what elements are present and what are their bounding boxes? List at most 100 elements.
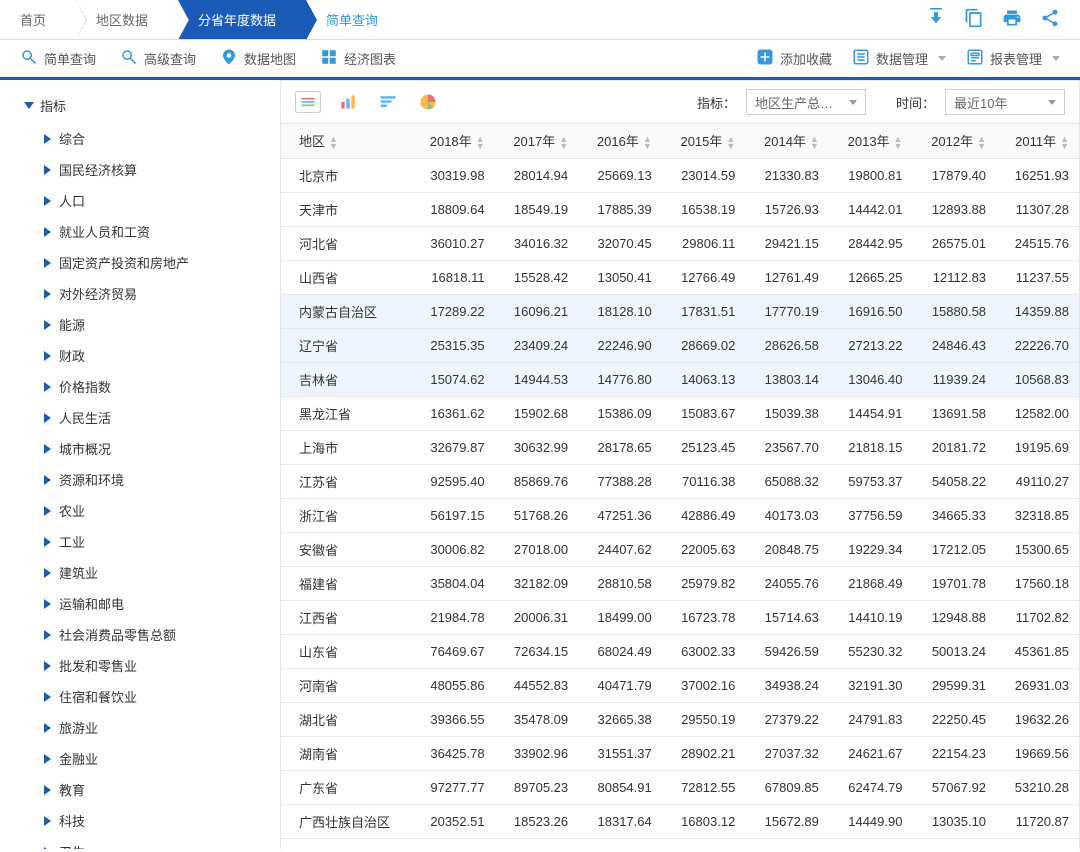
chevron-right-icon (44, 134, 51, 144)
sidebar-item[interactable]: 城市概况 (44, 433, 270, 464)
data-manage-dropdown[interactable]: 数据管理 (852, 48, 946, 69)
sidebar-item[interactable]: 科技 (44, 805, 270, 836)
value-cell: 14454.91 (829, 396, 913, 430)
data-map-button[interactable]: 数据地图 (220, 48, 296, 69)
sidebar-item-label: 批发和零售业 (59, 656, 137, 675)
table-row[interactable]: 山东省76469.6772634.1568024.4963002.3359426… (281, 634, 1079, 668)
download-icon[interactable] (926, 8, 946, 31)
breadcrumb-simple-query[interactable]: 简单查询 (306, 0, 408, 39)
sidebar-item[interactable]: 固定资产投资和房地产 (44, 247, 270, 278)
table-row[interactable]: 北京市30319.9828014.9425669.1323014.5921330… (281, 158, 1079, 192)
copy-icon[interactable] (964, 8, 984, 31)
table-row[interactable]: 江苏省92595.4085869.7677388.2870116.3865088… (281, 464, 1079, 498)
sidebar-item[interactable]: 人口 (44, 185, 270, 216)
share-icon[interactable] (1040, 8, 1060, 31)
table-row[interactable]: 吉林省15074.6214944.5314776.8014063.1313803… (281, 362, 1079, 396)
sidebar-item[interactable]: 国民经济核算 (44, 154, 270, 185)
sort-icon: ▲▼ (894, 136, 903, 150)
column-header[interactable]: 2015年▲▼ (662, 124, 746, 158)
sidebar-item[interactable]: 社会消费品零售总额 (44, 619, 270, 650)
table-row[interactable]: 天津市18809.6418549.1917885.3916538.1915726… (281, 192, 1079, 226)
column-header[interactable]: 2011年▲▼ (996, 124, 1079, 158)
chevron-right-icon (44, 847, 51, 850)
value-cell: 35804.04 (411, 566, 495, 600)
table-row[interactable]: 上海市32679.8730632.9928178.6525123.4523567… (281, 430, 1079, 464)
indicator-select[interactable]: 地区生产总… (746, 89, 866, 115)
sort-icon: ▲▼ (726, 136, 735, 150)
sidebar-item[interactable]: 资源和环境 (44, 464, 270, 495)
table-row[interactable]: 河北省36010.2734016.3232070.4529806.1129421… (281, 226, 1079, 260)
sidebar-item[interactable]: 卫生 (44, 836, 270, 849)
column-header[interactable]: 2018年▲▼ (411, 124, 495, 158)
table-row[interactable]: 湖南省36425.7833902.9631551.3728902.2127037… (281, 736, 1079, 770)
table-row[interactable]: 广东省97277.7789705.2380854.9172812.5567809… (281, 770, 1079, 804)
time-select[interactable]: 最近10年 (945, 89, 1065, 115)
value-cell: 20848.75 (745, 532, 829, 566)
column-header[interactable]: 2013年▲▼ (829, 124, 913, 158)
sidebar-item[interactable]: 批发和零售业 (44, 650, 270, 681)
sidebar-item[interactable]: 财政 (44, 340, 270, 371)
table-row[interactable]: 内蒙古自治区17289.2216096.2118128.1017831.5117… (281, 294, 1079, 328)
table-row[interactable]: 山西省16818.1115528.4213050.4112766.4912761… (281, 260, 1079, 294)
bar-chart-icon[interactable] (335, 91, 361, 113)
sidebar-item[interactable]: 综合 (44, 123, 270, 154)
plus-icon (756, 48, 774, 69)
column-header[interactable]: 地区▲▼ (281, 124, 411, 158)
column-header[interactable]: 2012年▲▼ (912, 124, 996, 158)
sidebar-item[interactable]: 金融业 (44, 743, 270, 774)
value-cell: 18499.00 (578, 600, 662, 634)
sidebar-item-label: 科技 (59, 811, 85, 830)
simple-search-button[interactable]: 简单查询 (20, 48, 96, 69)
report-manage-dropdown[interactable]: 报表管理 (966, 48, 1060, 69)
table-row[interactable]: 辽宁省25315.3523409.2422246.9028669.0228626… (281, 328, 1079, 362)
sidebar-item[interactable]: 旅游业 (44, 712, 270, 743)
value-cell: 70116.38 (662, 464, 746, 498)
breadcrumb-home[interactable]: 首页 (0, 0, 76, 39)
table-row[interactable]: 安徽省30006.8227018.0024407.6222005.6320848… (281, 532, 1079, 566)
sidebar-item[interactable]: 运输和邮电 (44, 588, 270, 619)
table-row[interactable]: 黑龙江省16361.6215902.6815386.0915083.671503… (281, 396, 1079, 430)
sidebar-item-label: 金融业 (59, 749, 98, 768)
table-row[interactable]: 湖北省39366.5535478.0932665.3829550.1927379… (281, 702, 1079, 736)
value-cell: 15300.65 (996, 532, 1079, 566)
data-table-wrapper[interactable]: 地区▲▼2018年▲▼2017年▲▼2016年▲▼2015年▲▼2014年▲▼2… (280, 124, 1080, 849)
sidebar-item[interactable]: 住宿和餐饮业 (44, 681, 270, 712)
pie-chart-icon[interactable] (415, 91, 441, 113)
chevron-down-icon (1048, 100, 1056, 105)
sidebar-item[interactable]: 就业人员和工资 (44, 216, 270, 247)
sidebar-item[interactable]: 对外经济贸易 (44, 278, 270, 309)
sidebar-item[interactable]: 人民生活 (44, 402, 270, 433)
breadcrumb-region-data[interactable]: 地区数据 (76, 0, 178, 39)
economic-chart-button[interactable]: 经济图表 (320, 48, 396, 69)
column-header[interactable]: 2016年▲▼ (578, 124, 662, 158)
value-cell: 85869.76 (495, 464, 579, 498)
chevron-down-icon (938, 56, 946, 61)
sidebar-item[interactable]: 教育 (44, 774, 270, 805)
advanced-search-button[interactable]: 高级查询 (120, 48, 196, 69)
table-row[interactable]: 福建省35804.0432182.0928810.5825979.8224055… (281, 566, 1079, 600)
column-header[interactable]: 2014年▲▼ (745, 124, 829, 158)
table-row[interactable]: 广西壮族自治区20352.5118523.2618317.6416803.121… (281, 804, 1079, 838)
table-row[interactable]: 浙江省56197.1551768.2647251.3642886.4940173… (281, 498, 1079, 532)
horizontal-bar-icon[interactable] (375, 91, 401, 113)
sidebar-item[interactable]: 价格指数 (44, 371, 270, 402)
region-cell: 广西壮族自治区 (281, 804, 411, 838)
tree-root-indicator[interactable]: 指标 (24, 96, 270, 115)
breadcrumb-provincial-annual[interactable]: 分省年度数据 (178, 0, 306, 39)
add-favorite-button[interactable]: 添加收藏 (756, 48, 832, 69)
sidebar-item[interactable]: 建筑业 (44, 557, 270, 588)
value-cell: 14410.19 (829, 600, 913, 634)
value-cell: 22005.63 (662, 532, 746, 566)
value-cell: 11307.28 (996, 192, 1079, 226)
print-icon[interactable] (1002, 8, 1022, 31)
table-row[interactable]: 江西省21984.7820006.3118499.0016723.7815714… (281, 600, 1079, 634)
sidebar-item-label: 财政 (59, 346, 85, 365)
table-row[interactable]: 河南省48055.8644552.8340471.7937002.1634938… (281, 668, 1079, 702)
table-view-icon[interactable] (295, 91, 321, 113)
column-header[interactable]: 2017年▲▼ (495, 124, 579, 158)
sidebar-item[interactable]: 农业 (44, 495, 270, 526)
header-label: 2017年 (513, 134, 555, 149)
sidebar-item[interactable]: 工业 (44, 526, 270, 557)
chevron-right-icon (44, 320, 51, 330)
sidebar-item[interactable]: 能源 (44, 309, 270, 340)
